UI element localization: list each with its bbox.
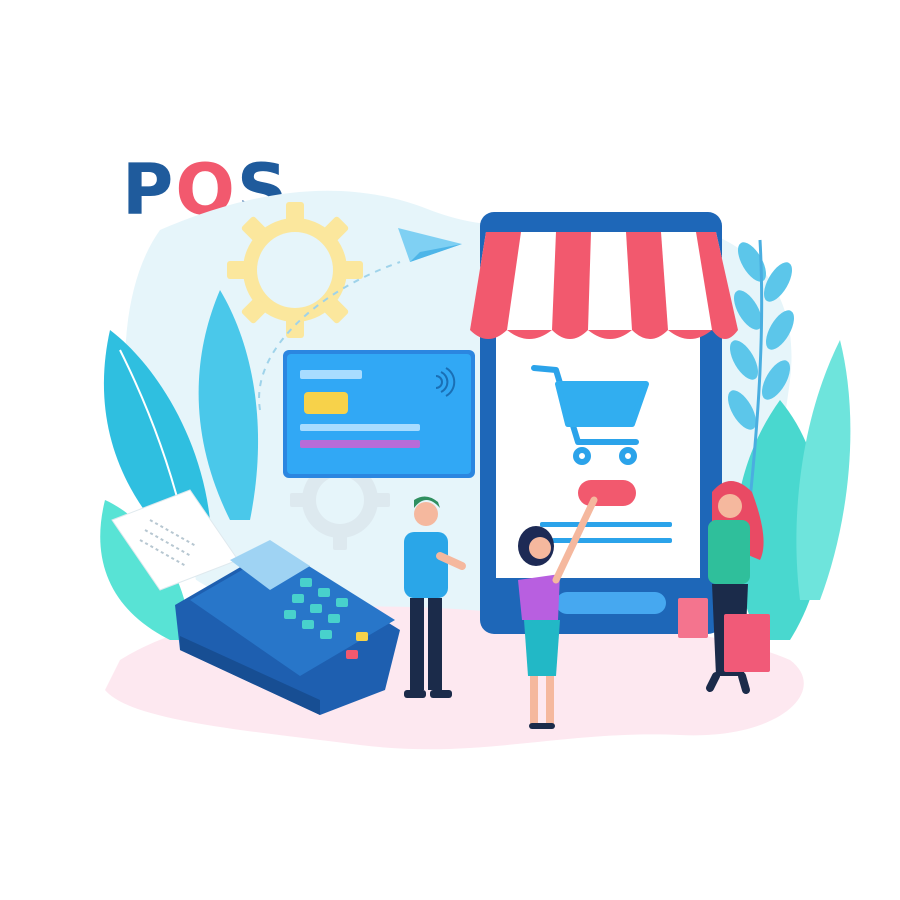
shop-awning <box>470 232 738 339</box>
screen-line <box>540 522 672 527</box>
pos-illustration <box>100 190 851 750</box>
screen-line <box>552 538 672 543</box>
gear-icon <box>227 202 363 338</box>
plant-leaf <box>796 340 851 600</box>
checkout-button[interactable] <box>578 480 636 506</box>
credit-card <box>283 350 475 478</box>
